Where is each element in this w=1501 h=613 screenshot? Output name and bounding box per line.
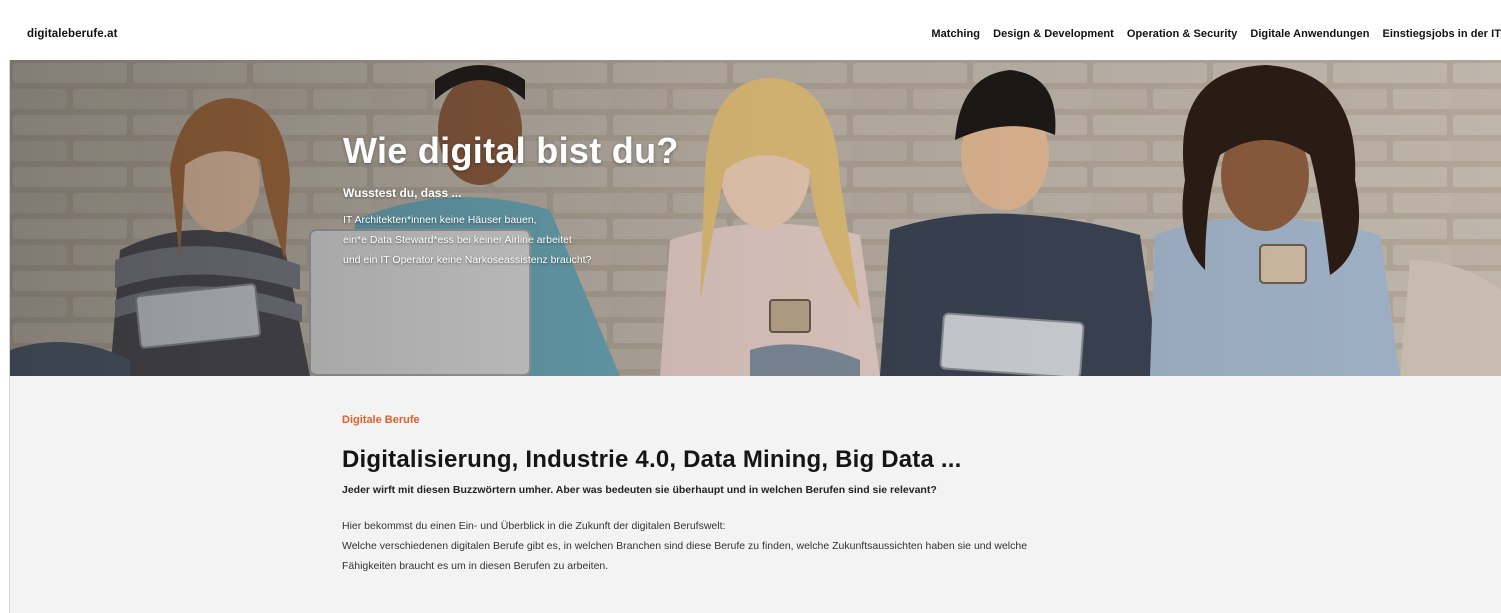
section-headline: Digitalisierung, Industrie 4.0, Data Min… bbox=[342, 446, 962, 473]
main-nav: Matching Design & Development Operation … bbox=[931, 28, 1501, 40]
body-line: Welche verschiedenen digitalen Berufe gi… bbox=[342, 540, 1028, 552]
hero-lines: IT Architekten*innen keine Häuser bauen,… bbox=[343, 210, 679, 270]
section-lead: Jeder wirft mit diesen Buzzwörtern umher… bbox=[342, 484, 937, 496]
hero-text-block: Wie digital bist du? Wusstest du, dass .… bbox=[343, 130, 679, 270]
intro-section: Digitale Berufe Digitalisierung, Industr… bbox=[10, 376, 1501, 613]
body-line: Hier bekommst du einen Ein- und Überblic… bbox=[342, 520, 726, 532]
section-body: Hier bekommst du einen Ein- und Überblic… bbox=[342, 516, 1027, 576]
nav-item-matching[interactable]: Matching bbox=[931, 28, 980, 40]
nav-item-einstiegsjobs[interactable]: Einstiegsjobs in der IT bbox=[1382, 28, 1501, 40]
nav-item-design-development[interactable]: Design & Development bbox=[993, 28, 1114, 40]
site-logo[interactable]: digitaleberufe.at bbox=[27, 28, 118, 40]
hero-overlay bbox=[10, 60, 1501, 376]
nav-item-digitale-anwendungen[interactable]: Digitale Anwendungen bbox=[1250, 28, 1369, 40]
body-line: Fähigkeiten braucht es um in diesen Beru… bbox=[342, 560, 609, 572]
hero-line: und ein IT Operator keine Narkoseassiste… bbox=[343, 254, 592, 266]
hero-subtitle: Wusstest du, dass ... bbox=[343, 186, 462, 200]
top-navigation-bar: digitaleberufe.at Matching Design & Deve… bbox=[0, 0, 1501, 60]
nav-item-operation-security[interactable]: Operation & Security bbox=[1127, 28, 1237, 40]
section-eyebrow: Digitale Berufe bbox=[342, 414, 420, 426]
hero-banner: Wie digital bist du? Wusstest du, dass .… bbox=[10, 60, 1501, 376]
hero-line: IT Architekten*innen keine Häuser bauen, bbox=[343, 214, 537, 226]
hero-line: ein*e Data Steward*ess bei keiner Airlin… bbox=[343, 234, 572, 246]
hero-title: Wie digital bist du? bbox=[343, 130, 679, 171]
